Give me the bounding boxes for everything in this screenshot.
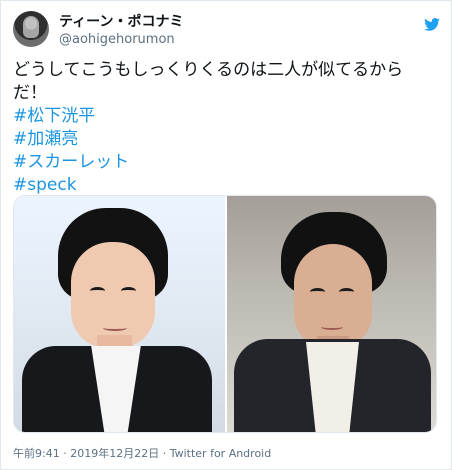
hashtag-scarlet[interactable]: #スカーレット <box>13 151 437 174</box>
tweet-body: どうしてこうもしっくりくるのは二人が似てるから だ！ #松下洸平 #加瀬亮 #ス… <box>13 59 437 197</box>
left-portrait-image[interactable] <box>14 196 225 432</box>
tweet-header: ティーン・ポコナミ @aohigehorumon <box>13 11 441 51</box>
tweet-text-line-1: どうしてこうもしっくりくるのは二人が似てるから <box>13 60 404 80</box>
right-portrait-image[interactable] <box>227 196 436 432</box>
author-names: ティーン・ポコナミ @aohigehorumon <box>59 13 309 49</box>
twitter-bird-icon[interactable] <box>423 15 441 33</box>
tweet-text-line-2: だ！ <box>13 83 47 103</box>
hashtag-kase-ryo[interactable]: #加瀬亮 <box>13 128 437 151</box>
tweet-metadata: 午前9:41 · 2019年12月22日 · Twitter for Andro… <box>13 445 437 463</box>
left-portrait-eye <box>90 287 105 295</box>
right-portrait-mouth <box>321 324 343 330</box>
tweet-date[interactable]: 2019年12月22日 <box>70 447 159 460</box>
left-portrait-mouth <box>103 325 127 331</box>
display-name[interactable]: ティーン・ポコナミ <box>59 13 309 31</box>
user-handle[interactable]: @aohigehorumon <box>59 31 309 49</box>
right-portrait-eye <box>339 288 354 296</box>
profile-avatar[interactable] <box>13 11 49 47</box>
right-portrait-eye <box>310 288 325 296</box>
right-portrait-face <box>294 244 372 349</box>
meta-separator: · <box>59 447 71 460</box>
tweet-source[interactable]: Twitter for Android <box>170 447 272 460</box>
tweet-time[interactable]: 午前9:41 <box>13 447 60 460</box>
hashtag-matsushita-kohei[interactable]: #松下洸平 <box>13 105 437 128</box>
left-portrait-face <box>71 242 155 348</box>
meta-separator: · <box>159 447 170 460</box>
hashtag-speck[interactable]: #speck <box>13 174 437 197</box>
tweet-media[interactable] <box>13 195 437 433</box>
left-portrait-eye <box>121 287 136 295</box>
tweet-card: ティーン・ポコナミ @aohigehorumon どうしてこうもしっくりくるのは… <box>0 0 452 470</box>
